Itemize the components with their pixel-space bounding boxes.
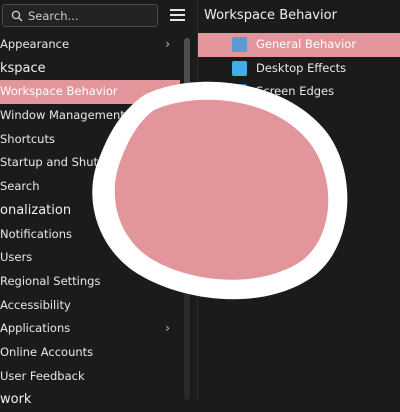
sidebar-item-label: Search	[0, 179, 40, 194]
sidebar-item[interactable]: Appearance ›	[0, 33, 180, 57]
search-field[interactable]: Search...	[2, 4, 158, 27]
sidebar-item-label: Shortcuts	[0, 131, 55, 146]
sidebar-item-label: User Feedback	[0, 368, 85, 383]
chevron-right-icon: ›	[165, 321, 170, 336]
search-icon	[11, 10, 23, 22]
general-behavior-icon	[232, 37, 247, 52]
sidebar-item-label: Appearance	[0, 37, 70, 51]
sidebar-item-label: onalization	[0, 202, 72, 218]
desktop-effects-icon	[232, 60, 247, 76]
sidebar-item-label: kspace	[0, 60, 46, 76]
hamburger-menu-icon[interactable]	[170, 8, 186, 22]
sidebar-item-label: Online Accounts	[0, 344, 94, 359]
subcategory-item[interactable]: General Behavior	[198, 33, 400, 57]
sidebar-item-label: Regional Settings	[0, 273, 101, 288]
sidebar-item-label: Users	[0, 250, 33, 265]
sidebar-item[interactable]: Applications ›	[0, 317, 180, 341]
sidebar-item[interactable]: User Feedback	[0, 365, 180, 389]
sidebar-item-label: Accessibility	[0, 297, 71, 312]
subcategory-label: General Behavior	[256, 37, 357, 51]
chevron-right-icon: ›	[165, 37, 170, 51]
section-header: work	[0, 388, 180, 412]
sidebar-item-label: Notifications	[0, 226, 72, 241]
search-placeholder[interactable]: Search...	[28, 9, 78, 23]
panel-title: Workspace Behavior	[204, 8, 337, 23]
sidebar-item[interactable]: Online Accounts	[0, 341, 180, 365]
overlay-blob	[92, 81, 348, 300]
sidebar-item-label: Applications	[0, 321, 71, 336]
